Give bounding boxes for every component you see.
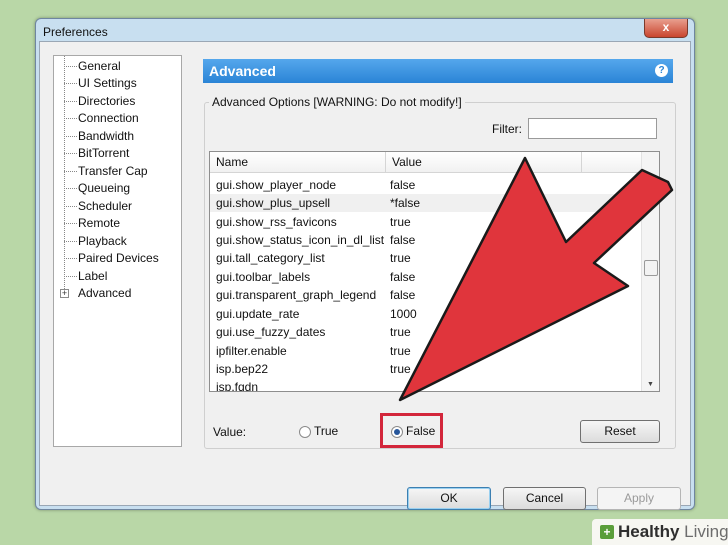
- watermark-text: Healthy Living: [618, 522, 728, 541]
- red-arrow-icon: [398, 156, 674, 402]
- plus-icon: +: [600, 525, 614, 539]
- watermark: + Healthy Living: [592, 519, 728, 545]
